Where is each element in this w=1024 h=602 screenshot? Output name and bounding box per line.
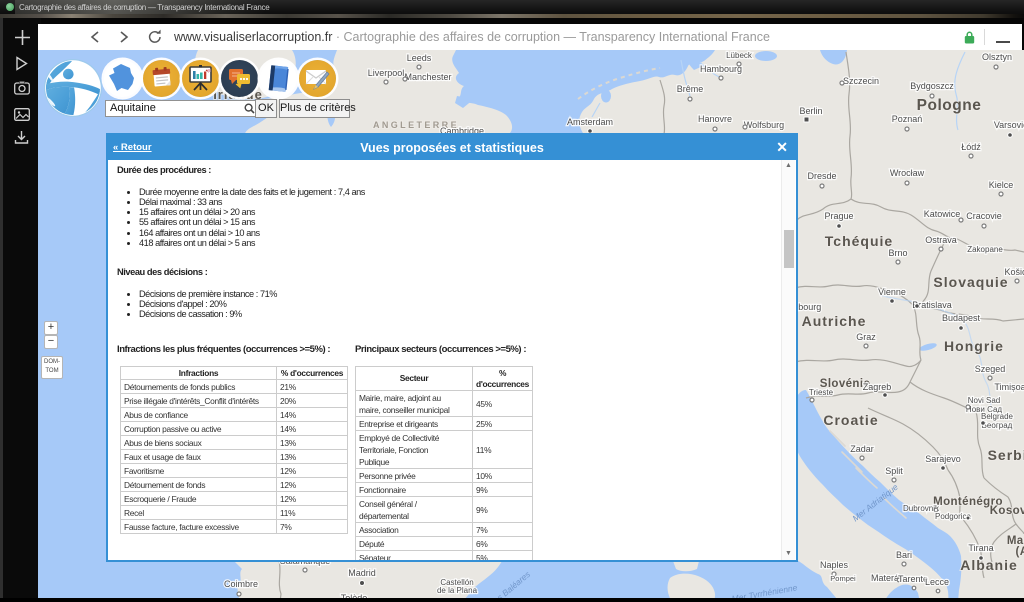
svg-text:Zadar: Zadar <box>850 444 874 454</box>
svg-text:Tchéquie: Tchéquie <box>825 233 893 249</box>
svg-text:Szeged: Szeged <box>975 364 1006 374</box>
svg-text:Kosovo: Kosovo <box>990 505 1024 517</box>
svg-text:Olsztyn: Olsztyn <box>982 52 1012 62</box>
svg-text:Madrid: Madrid <box>348 568 376 578</box>
svg-text:Budapest: Budapest <box>942 313 981 323</box>
svg-text:Îles Baléares: Îles Baléares <box>488 569 533 598</box>
svg-text:Hanovre: Hanovre <box>698 114 732 124</box>
svg-text:Lecce: Lecce <box>925 577 949 587</box>
svg-text:Novi Sad: Novi Sad <box>968 396 1000 405</box>
svg-text:Serbie: Serbie <box>988 447 1024 463</box>
svg-text:Pompei: Pompei <box>830 574 856 583</box>
svg-text:de la Plana: de la Plana <box>437 586 478 595</box>
svg-text:Hongrie: Hongrie <box>944 338 1004 354</box>
svg-text:Poznań: Poznań <box>892 114 923 124</box>
svg-text:Manchester: Manchester <box>404 72 451 82</box>
svg-text:Zagreb: Zagreb <box>863 382 892 392</box>
svg-text:Cracovie: Cracovie <box>966 211 1002 221</box>
svg-text:Trieste: Trieste <box>809 388 834 397</box>
svg-text:Vienne: Vienne <box>878 287 906 297</box>
svg-text:Sarajevo: Sarajevo <box>925 454 961 464</box>
svg-text:Mer Tyrrhénienne: Mer Tyrrhénienne <box>731 582 798 598</box>
svg-text:Wolfsburg: Wolfsburg <box>744 120 784 130</box>
svg-text:Croatie: Croatie <box>823 412 878 428</box>
svg-text:Wrocław: Wrocław <box>890 168 925 178</box>
svg-text:Tarente: Tarente <box>898 574 928 584</box>
svg-text:Kielce: Kielce <box>989 180 1014 190</box>
svg-text:Timișoara: Timișoara <box>994 382 1024 392</box>
svg-text:Naples: Naples <box>820 560 849 570</box>
svg-text:Lübeck: Lübeck <box>726 51 753 60</box>
svg-text:Dresde: Dresde <box>807 171 836 181</box>
svg-text:Ostrava: Ostrava <box>925 235 957 245</box>
svg-text:Belgrade: Belgrade <box>981 412 1014 421</box>
svg-text:Berlin: Berlin <box>799 106 822 116</box>
svg-text:Košice: Košice <box>1004 267 1024 277</box>
svg-text:Katowice: Katowice <box>924 209 961 219</box>
svg-text:Tirana: Tirana <box>968 543 993 553</box>
svg-text:Łódź: Łódź <box>961 142 981 152</box>
svg-text:Autriche: Autriche <box>802 313 867 329</box>
svg-text:Brême: Brême <box>677 84 704 94</box>
svg-text:Београд: Београд <box>982 421 1013 430</box>
svg-text:Tolède: Tolède <box>341 593 368 598</box>
svg-text:Liverpool: Liverpool <box>368 68 405 78</box>
svg-text:Amsterdam: Amsterdam <box>567 117 613 127</box>
svg-text:Albanie: Albanie <box>960 557 1018 573</box>
svg-text:Split: Split <box>885 466 903 476</box>
svg-text:Prague: Prague <box>824 211 853 221</box>
svg-text:Hambourg: Hambourg <box>700 64 742 74</box>
svg-text:Leeds: Leeds <box>407 53 432 63</box>
svg-text:Bydgoszcz: Bydgoszcz <box>910 81 954 91</box>
svg-text:Pologne: Pologne <box>917 97 982 114</box>
svg-text:Brno: Brno <box>888 248 907 258</box>
svg-text:Szczecin: Szczecin <box>843 76 879 86</box>
svg-text:Materá: Materá <box>871 573 899 583</box>
svg-text:Zakopane: Zakopane <box>967 245 1003 254</box>
svg-text:Coimbre: Coimbre <box>224 579 258 589</box>
svg-text:Bari: Bari <box>896 550 912 560</box>
svg-text:Graz: Graz <box>856 332 876 342</box>
svg-text:Slovaquie: Slovaquie <box>933 274 1008 290</box>
svg-text:Varsovie: Varsovie <box>994 120 1024 130</box>
